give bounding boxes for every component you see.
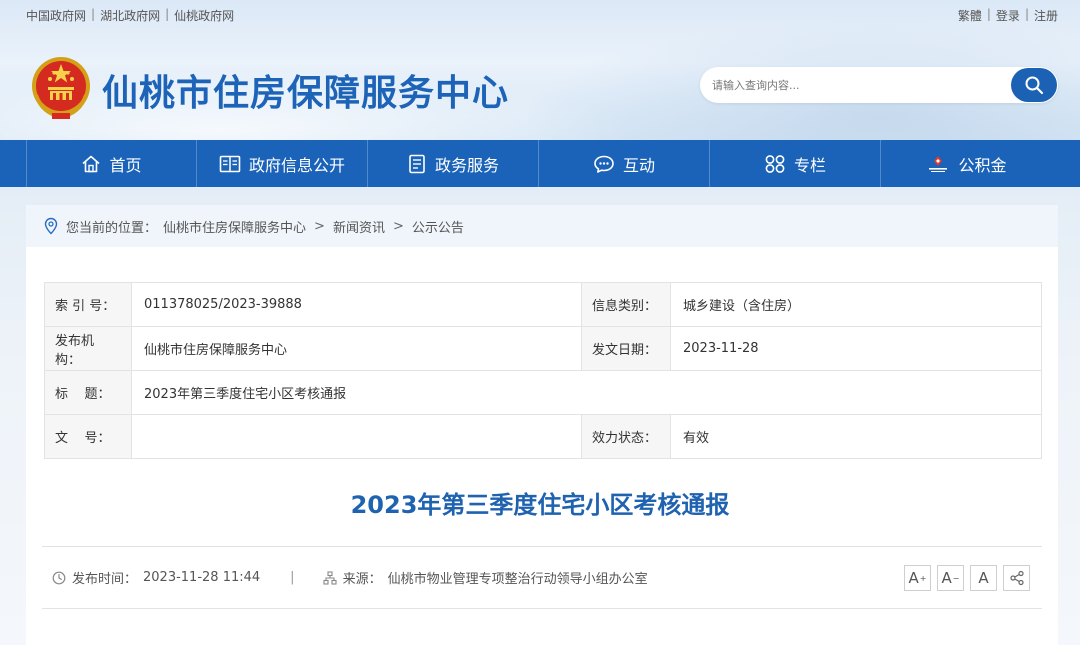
nav-label: 公积金 xyxy=(958,155,1007,175)
nav-housing-fund[interactable]: 公积金 xyxy=(881,140,1052,187)
search-box xyxy=(700,67,1058,103)
nav-interaction[interactable]: 互动 xyxy=(539,140,710,187)
register-link[interactable]: 注册 xyxy=(1034,7,1058,24)
clock-icon xyxy=(52,571,66,584)
nav-label: 专栏 xyxy=(793,155,826,175)
nav-gov-info[interactable]: 政府信息公开 xyxy=(197,140,368,187)
status-label: 效力状态： xyxy=(581,414,671,459)
category-value: 城乡建设（含住房） xyxy=(670,282,1042,327)
docno-value xyxy=(131,414,582,459)
national-emblem-icon xyxy=(32,57,90,120)
breadcrumb-notices[interactable]: 公示公告 xyxy=(412,217,464,236)
nav-label: 首页 xyxy=(109,155,142,175)
divider-line xyxy=(42,546,1042,547)
breadcrumb-home[interactable]: 仙桃市住房保障服务中心 xyxy=(163,217,306,236)
user-links: 繁體 | 登录 | 注册 xyxy=(958,7,1058,24)
divider: | xyxy=(91,7,96,21)
breadcrumb-prefix: 您当前的位置： xyxy=(66,220,158,236)
nav-label: 政务服务 xyxy=(434,155,499,175)
index-value: 011378025/2023-39888 xyxy=(131,282,582,327)
nav-label: 政府信息公开 xyxy=(248,155,345,175)
link-hubei-gov[interactable]: 湖北政府网 xyxy=(100,7,160,24)
nav-home[interactable]: 首页 xyxy=(26,140,197,187)
source-tree-icon xyxy=(323,570,337,585)
document-icon xyxy=(409,154,425,173)
nav-column[interactable]: 专栏 xyxy=(710,140,881,187)
share-button[interactable] xyxy=(1003,565,1030,591)
search-icon xyxy=(1025,76,1044,95)
font-larger-label: A xyxy=(908,569,919,587)
breadcrumb-news[interactable]: 新闻资讯 xyxy=(333,217,385,236)
breadcrumb-separator: > xyxy=(314,218,325,234)
divider: | xyxy=(165,7,170,21)
grid-icon xyxy=(765,154,785,173)
document-metadata-table: 索 引 号： 011378025/2023-39888 信息类别： 城乡建设（含… xyxy=(44,282,1042,459)
font-default-button[interactable]: A xyxy=(970,565,997,591)
title-label: 标 题： xyxy=(44,370,132,415)
table-row: 文 号： 效力状态： 有效 xyxy=(44,414,1042,459)
publisher-value: 仙桃市住房保障服务中心 xyxy=(131,326,582,371)
fund-logo-icon xyxy=(929,155,948,172)
book-icon xyxy=(219,155,241,172)
minus-icon: − xyxy=(952,573,960,583)
home-icon xyxy=(82,155,101,172)
article-title: 2023年第三季度住宅小区考核通报 xyxy=(350,491,730,519)
search-input[interactable] xyxy=(712,67,1002,103)
divider: | xyxy=(986,7,991,21)
plus-icon: + xyxy=(919,573,927,583)
share-icon xyxy=(1009,570,1024,586)
login-link[interactable]: 登录 xyxy=(996,7,1020,24)
breadcrumb-separator: > xyxy=(392,218,404,234)
table-row: 标 题： 2023年第三季度住宅小区考核通报 xyxy=(44,370,1042,415)
main-nav: 首页 政府信息公开 政务服务 互动 专栏 公积金 xyxy=(0,140,1080,187)
publisher-label: 发布机构： xyxy=(44,326,132,371)
category-label: 信息类别： xyxy=(581,282,671,327)
top-links: 中国政府网 | 湖北政府网 | 仙桃政府网 xyxy=(26,7,234,24)
link-xiantao-gov[interactable]: 仙桃政府网 xyxy=(174,7,234,24)
title-value: 2023年第三季度住宅小区考核通报 xyxy=(131,370,1042,415)
source-value: 仙桃市物业管理专项整治行动领导小组办公室 xyxy=(387,572,648,587)
chat-icon xyxy=(594,155,614,173)
search-button[interactable] xyxy=(1011,68,1057,102)
divider-line xyxy=(42,608,1042,609)
font-default-label: A xyxy=(978,569,989,587)
font-larger-button[interactable]: A + xyxy=(904,565,931,591)
index-label: 索 引 号： xyxy=(44,282,132,327)
location-pin-icon xyxy=(44,217,58,235)
nav-label: 互动 xyxy=(622,155,655,175)
source-label: 来源： xyxy=(342,572,382,587)
info-divider: | xyxy=(290,570,295,585)
site-title: 仙桃市住房保障服务中心 xyxy=(102,73,510,114)
publish-time-label: 发布时间： xyxy=(72,572,138,587)
traditional-chinese-link[interactable]: 繁體 xyxy=(958,7,982,24)
breadcrumb: 您当前的位置： 仙桃市住房保障服务中心 > 新闻资讯 > 公示公告 xyxy=(26,205,1058,247)
link-gov-cn[interactable]: 中国政府网 xyxy=(26,7,86,24)
font-smaller-label: A xyxy=(941,569,952,587)
article-info: 发布时间： 2023-11-28 11:44 | 来源： 仙桃市物业管理专项整治… xyxy=(52,568,648,587)
docno-label: 文 号： xyxy=(44,414,132,459)
table-row: 发布机构： 仙桃市住房保障服务中心 发文日期： 2023-11-28 xyxy=(44,326,1042,371)
table-row: 索 引 号： 011378025/2023-39888 信息类别： 城乡建设（含… xyxy=(44,282,1042,327)
font-smaller-button[interactable]: A − xyxy=(937,565,964,591)
article-tools: A + A − A xyxy=(904,565,1030,591)
publish-time: 2023-11-28 11:44 xyxy=(143,570,261,585)
divider: | xyxy=(1024,7,1029,21)
date-value: 2023-11-28 xyxy=(670,326,1042,371)
date-label: 发文日期： xyxy=(581,326,671,371)
status-value: 有效 xyxy=(670,414,1042,459)
nav-gov-service[interactable]: 政务服务 xyxy=(368,140,539,187)
